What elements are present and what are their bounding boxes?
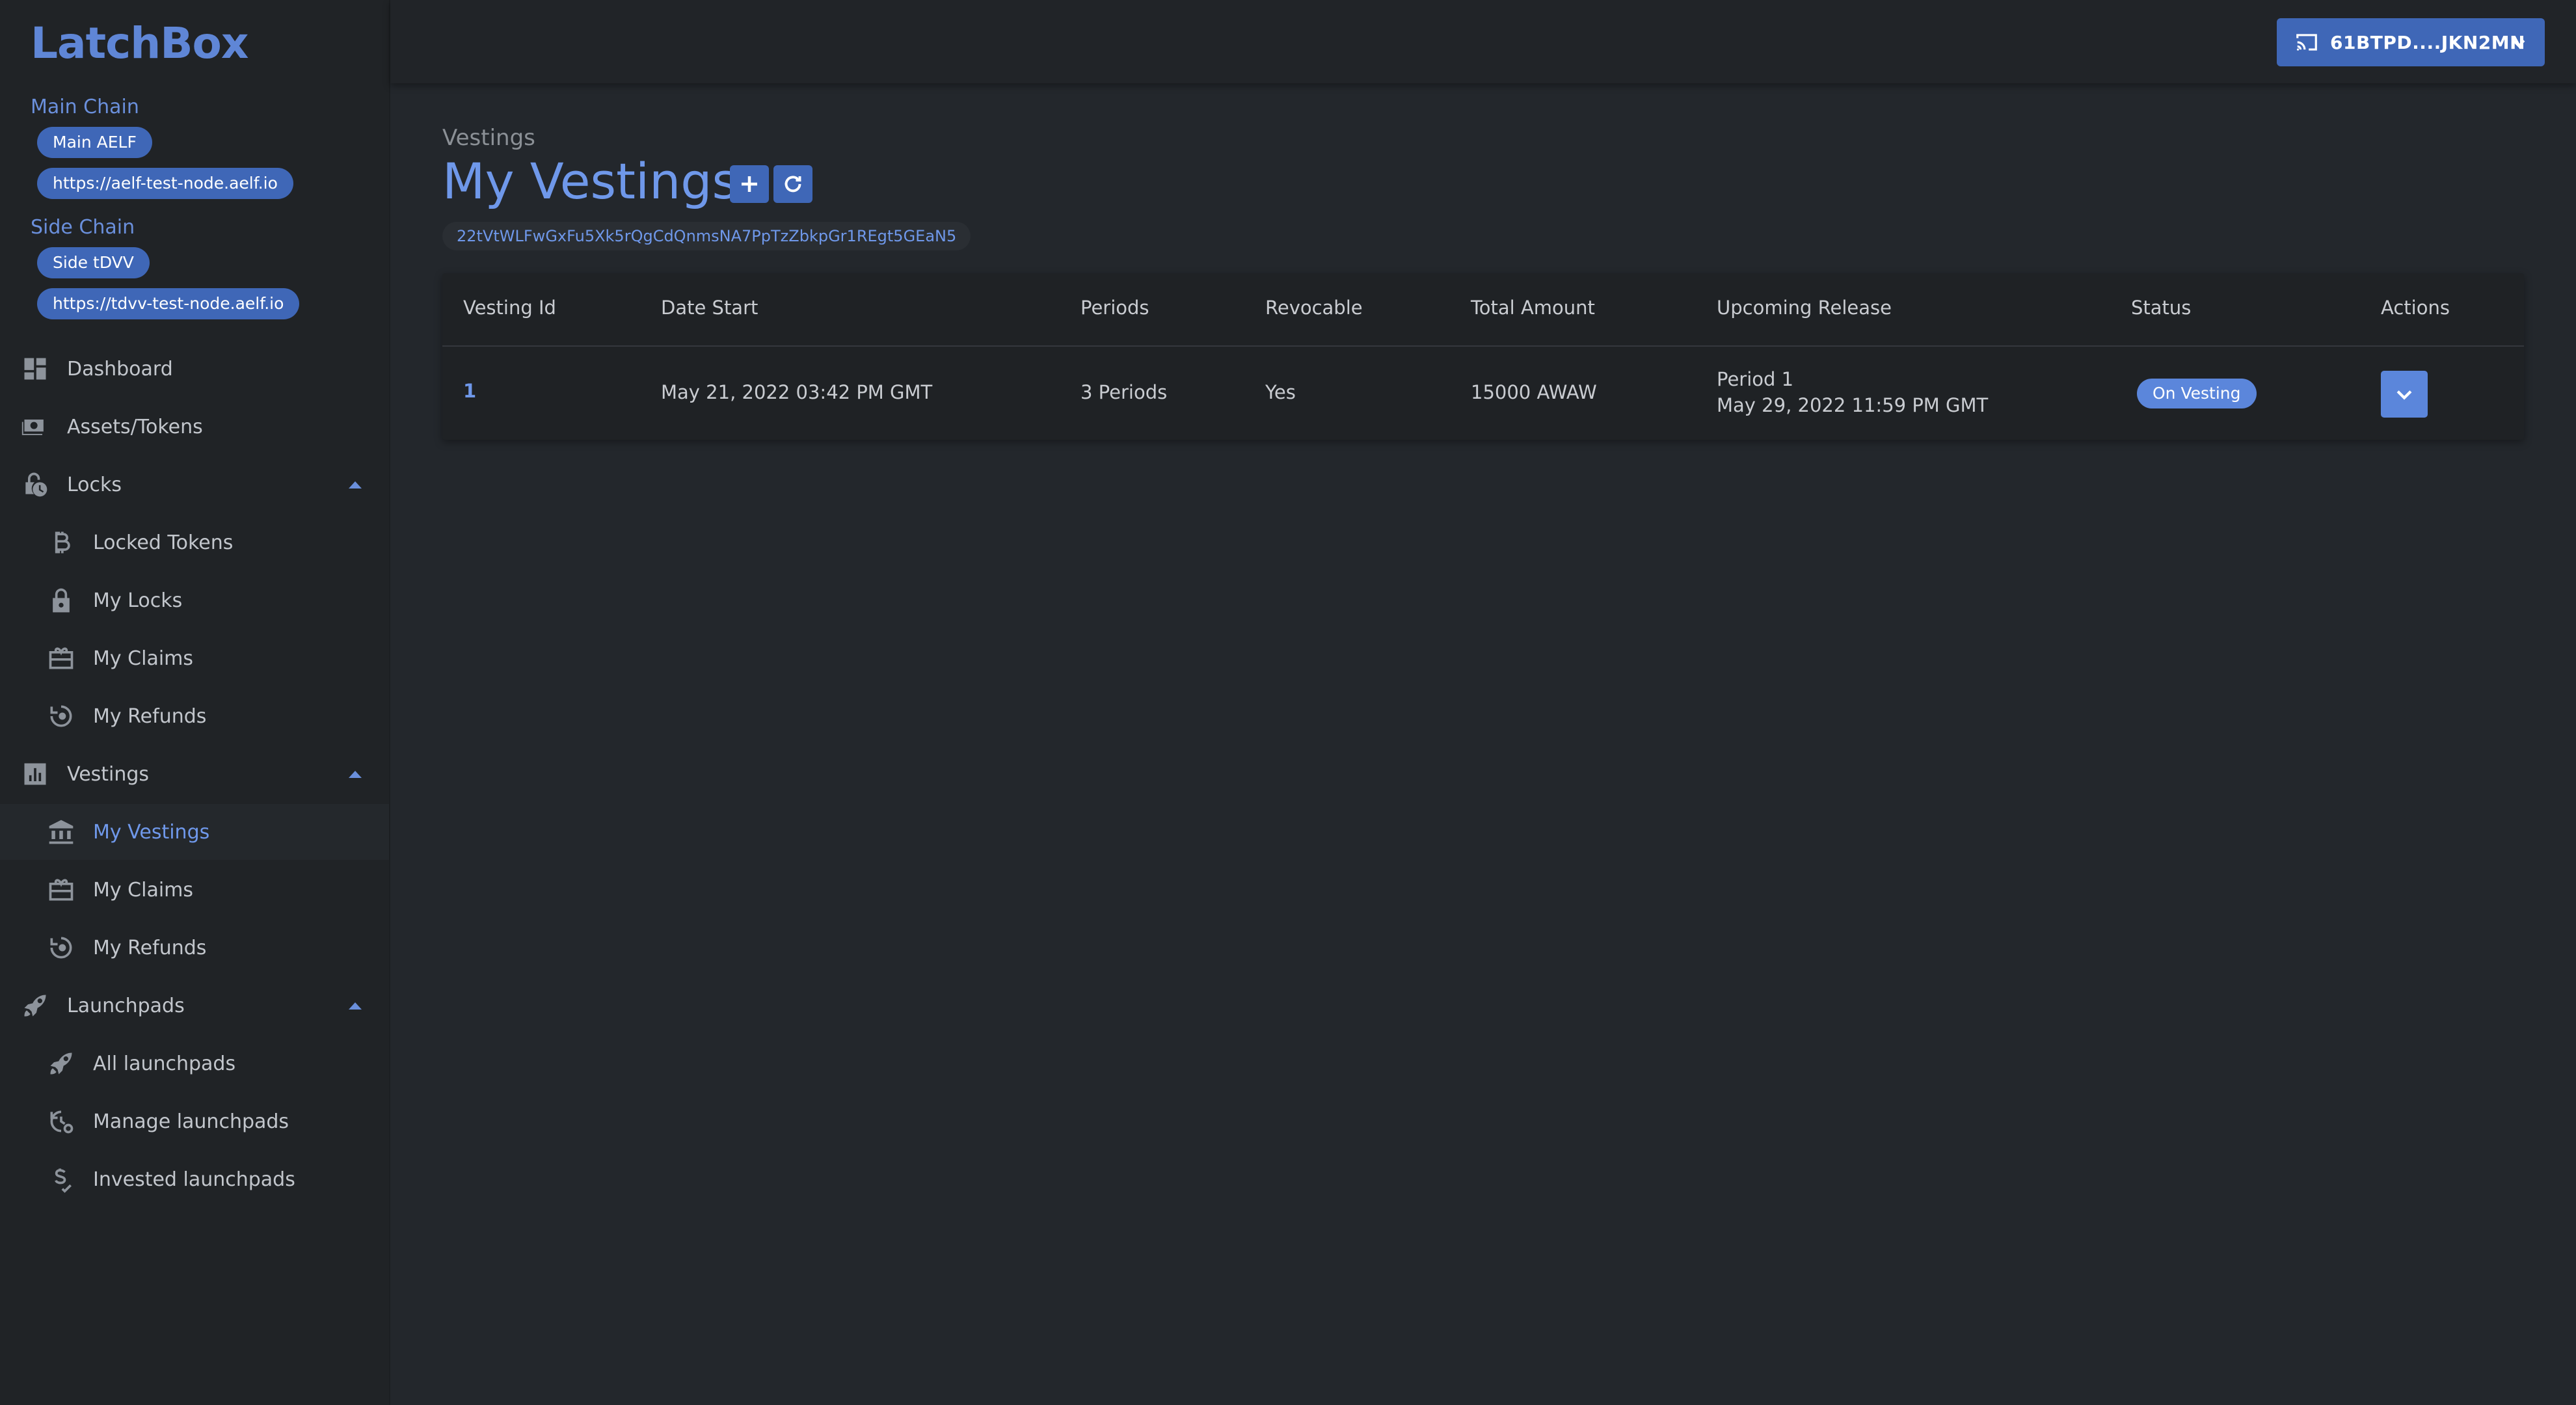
bar-chart-icon — [21, 760, 49, 788]
collapse-caret-icon[interactable] — [349, 1002, 362, 1010]
sidebar-item-my-claims-locks[interactable]: My Claims — [0, 630, 389, 686]
column-header-status: Status — [2131, 297, 2192, 319]
vestings-table: Vesting Id Date Start Periods Revocable … — [442, 273, 2524, 440]
sidebar-item-label: My Claims — [93, 878, 194, 902]
refresh-icon — [785, 176, 801, 193]
sidebar-item-my-refunds-locks[interactable]: My Refunds — [0, 688, 389, 744]
column-header-total-amount: Total Amount — [1471, 297, 1595, 319]
column-header-revocable: Revocable — [1265, 297, 1363, 319]
column-header-periods: Periods — [1080, 297, 1149, 319]
sidebar-item-my-claims-vestings[interactable]: My Claims — [0, 862, 389, 918]
add-vesting-button[interactable] — [730, 165, 769, 203]
sidebar-item-my-locks[interactable]: My Locks — [0, 572, 389, 628]
refund-icon — [47, 702, 75, 730]
top-bar: 61BTPD....JKN2MN — [390, 0, 2576, 83]
bitcoin-icon — [47, 528, 75, 557]
sidebar-item-assets-tokens[interactable]: Assets/Tokens — [0, 399, 389, 455]
wallet-account-button[interactable]: 61BTPD....JKN2MN — [2277, 18, 2545, 66]
vesting-id-link[interactable]: 1 — [463, 380, 476, 402]
rocket-icon — [47, 1049, 75, 1078]
sidebar-item-manage-launchpads[interactable]: Manage launchpads — [0, 1093, 389, 1149]
refresh-button[interactable] — [773, 165, 812, 203]
table-divider — [442, 345, 2524, 347]
sidebar-item-label: Locked Tokens — [93, 531, 234, 554]
sidebar: LatchBox Main Chain Main AELF https://ae… — [0, 0, 390, 1405]
periods-cell: 3 Periods — [1080, 381, 1168, 403]
sidebar-item-label: All launchpads — [93, 1052, 236, 1075]
sidebar-item-locked-tokens[interactable]: Locked Tokens — [0, 515, 389, 570]
plus-icon — [742, 176, 757, 192]
column-header-actions: Actions — [2381, 297, 2450, 319]
breadcrumb[interactable]: Vestings — [442, 125, 535, 151]
column-header-vesting-id: Vesting Id — [463, 297, 556, 319]
column-header-date-start: Date Start — [661, 297, 758, 319]
bank-icon — [47, 818, 75, 846]
gift-card-icon — [47, 644, 75, 673]
refund-icon — [47, 933, 75, 962]
sidebar-item-label: My Refunds — [93, 704, 207, 728]
side-chain-label: Side Chain — [31, 216, 135, 239]
date-start-cell: May 21, 2022 03:42 PM GMT — [661, 381, 933, 403]
sidebar-item-label: Locks — [67, 473, 122, 496]
dollar-icon — [47, 1165, 75, 1194]
status-badge: On Vesting — [2137, 379, 2257, 408]
sidebar-item-vestings[interactable]: Vestings — [0, 746, 389, 802]
sidebar-item-label: My Claims — [93, 647, 194, 670]
lock-clock-icon — [21, 470, 49, 499]
cast-icon — [2296, 34, 2317, 51]
expand-row-button[interactable] — [2381, 371, 2428, 418]
app-logo[interactable]: LatchBox — [31, 18, 248, 68]
sidebar-item-label: My Vestings — [93, 820, 210, 844]
page-title: My Vestings — [442, 152, 738, 210]
sidebar-item-my-refunds-vestings[interactable]: My Refunds — [0, 920, 389, 976]
chevron-down-icon — [2512, 40, 2525, 48]
sidebar-item-invested-launchpads[interactable]: Invested launchpads — [0, 1151, 389, 1207]
total-amount-cell: 15000 AWAW — [1471, 381, 1597, 403]
sidebar-item-launchpads[interactable]: Launchpads — [0, 978, 389, 1034]
sidebar-item-my-vestings[interactable]: My Vestings — [0, 804, 389, 860]
sidebar-item-label: My Refunds — [93, 936, 207, 959]
collapse-caret-icon[interactable] — [349, 770, 362, 778]
release-period-cell: Period 1 — [1717, 368, 1794, 390]
release-date-cell: May 29, 2022 11:59 PM GMT — [1717, 394, 1989, 416]
owner-address-badge[interactable]: 22tVtWLFwGxFu5Xk5rQgCdQnmsNA7PpTzZbkpGr1… — [442, 222, 971, 250]
column-header-upcoming-release: Upcoming Release — [1717, 297, 1892, 319]
sidebar-item-dashboard[interactable]: Dashboard — [0, 341, 389, 397]
sidebar-item-label: Launchpads — [67, 994, 185, 1017]
main-chain-name-badge[interactable]: Main AELF — [37, 127, 152, 158]
wallet-address: 61BTPD....JKN2MN — [2330, 31, 2526, 53]
sidebar-item-locks[interactable]: Locks — [0, 457, 389, 513]
chevron-down-icon — [2396, 390, 2412, 400]
sidebar-item-label: Dashboard — [67, 357, 173, 381]
gift-card-icon — [47, 876, 75, 904]
sidebar-item-label: Assets/Tokens — [67, 415, 203, 438]
revocable-cell: Yes — [1265, 381, 1296, 403]
sidebar-item-all-launchpads[interactable]: All launchpads — [0, 1036, 389, 1091]
collapse-caret-icon[interactable] — [349, 481, 362, 488]
sidebar-item-label: Vestings — [67, 762, 150, 786]
sidebar-item-label: Manage launchpads — [93, 1110, 289, 1133]
dashboard-icon — [21, 355, 49, 383]
main-chain-url-badge[interactable]: https://aelf-test-node.aelf.io — [37, 168, 293, 199]
cash-icon — [21, 412, 49, 441]
clock-settings-icon — [47, 1107, 75, 1136]
main-chain-label: Main Chain — [31, 96, 139, 118]
rocket-icon — [21, 991, 49, 1020]
side-chain-url-badge[interactable]: https://tdvv-test-node.aelf.io — [37, 288, 300, 319]
sidebar-item-label: Invested launchpads — [93, 1168, 295, 1191]
side-chain-name-badge[interactable]: Side tDVV — [37, 247, 150, 278]
sidebar-item-label: My Locks — [93, 589, 183, 612]
padlock-icon — [47, 586, 75, 615]
